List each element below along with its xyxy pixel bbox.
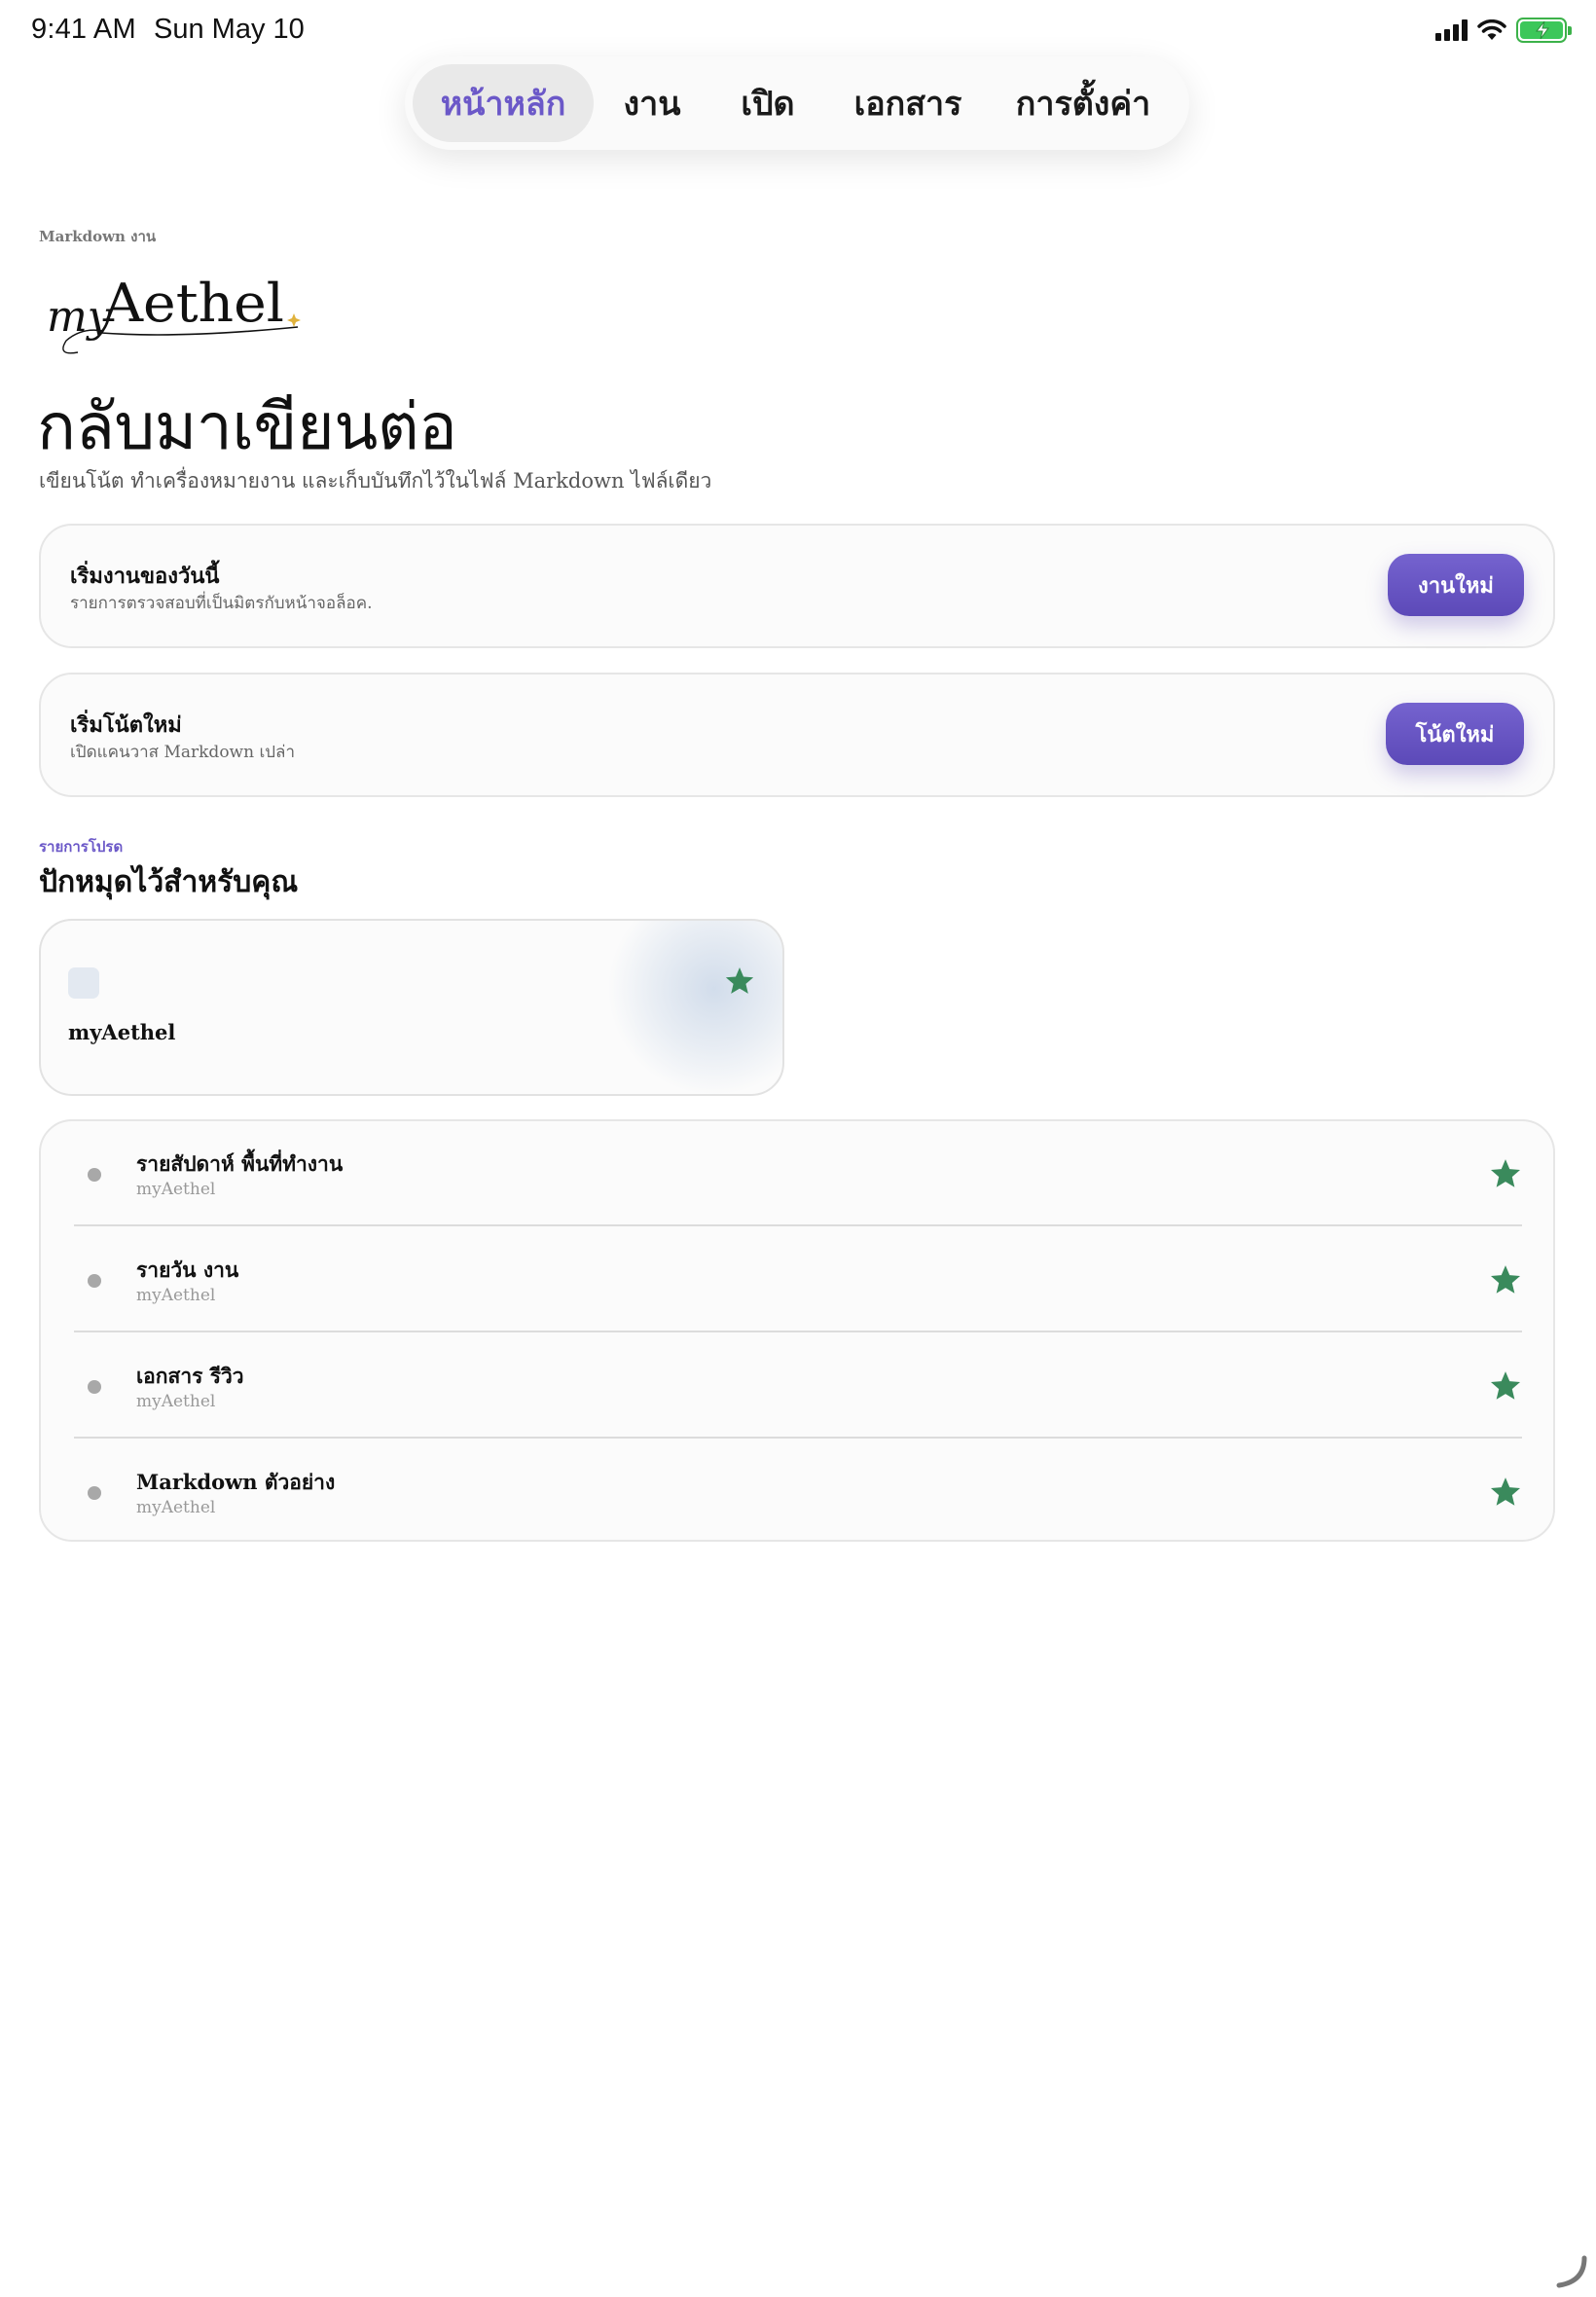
new-task-button[interactable]: งานใหม่ [1388,554,1524,616]
bullet-dot [88,1168,101,1182]
bullet-dot [88,1380,101,1394]
list-item-subtitle: myAethel [136,1498,216,1517]
star-icon[interactable] [724,966,755,997]
logo-text-aethel: Aethel [102,273,284,334]
header-eyebrow: Markdown งาน [39,228,157,245]
bullet-dot [88,1486,101,1500]
star-icon[interactable] [1489,1263,1522,1296]
page-subtitle: เขียนโน้ต ทำเครื่องหมายงาน และเก็บบันทึก… [39,469,712,492]
tab-tasks[interactable]: งาน [594,64,710,142]
list-item[interactable]: Markdown ตัวอย่าง myAethel [74,1441,1522,1548]
tab-open[interactable]: เปิด [710,64,825,142]
start-note-description: เปิดแคนวาส Markdown เปล่า [70,743,296,762]
star-icon[interactable] [1489,1476,1522,1509]
start-tasks-title: เริ่มงานของวันนี้ [70,564,220,589]
start-note-title: เริ่มโน้ตใหม่ [70,712,182,738]
row-divider [74,1224,1522,1226]
row-divider [74,1331,1522,1332]
favorites-eyebrow: รายการโปรด [39,838,124,856]
app-logo: my Aethel [47,273,301,354]
tab-documents[interactable]: เอกสาร [825,64,991,142]
list-item-title: เอกสาร รีวิว [136,1364,244,1388]
cellular-signal-icon [1435,19,1468,41]
bullet-dot [88,1274,101,1288]
battery-charging-icon [1516,18,1572,43]
status-time: 9:41 AM [31,14,136,45]
list-item[interactable]: รายวัน งาน myAethel [74,1229,1522,1335]
status-bar: 9:41 AM Sun May 10 [0,0,1596,60]
start-tasks-card: เริ่มงานของวันนี้ รายการตรวจสอบที่เป็นมิ… [39,524,1555,648]
favorites-list: รายสัปดาห์ พื้นที่ทำงาน myAethel รายวัน … [39,1119,1555,1542]
resize-handle-icon[interactable] [1553,2254,1588,2289]
list-item-subtitle: myAethel [136,1180,216,1199]
new-note-button[interactable]: โน้ตใหม่ [1386,703,1524,765]
pinned-document-card[interactable]: myAethel [39,919,784,1096]
tab-home[interactable]: หน้าหลัก [413,64,594,142]
list-item-title: รายสัปดาห์ พื้นที่ทำงาน [136,1151,344,1176]
status-date: Sun May 10 [154,14,305,45]
row-divider [74,1437,1522,1439]
pinned-document-name: myAethel [68,1020,176,1044]
tab-settings[interactable]: การตั้งค่า [991,64,1176,142]
list-item[interactable]: เอกสาร รีวิว myAethel [74,1335,1522,1441]
list-item-title: รายวัน งาน [136,1258,239,1282]
star-icon[interactable] [1489,1157,1522,1190]
list-item-title: Markdown ตัวอย่าง [136,1470,336,1494]
sparkle-icon [287,313,301,327]
list-item[interactable]: รายสัปดาห์ พื้นที่ทำงาน myAethel [74,1123,1522,1229]
top-nav: หน้าหลัก งาน เปิด เอกสาร การตั้งค่า [405,56,1189,150]
wifi-icon [1477,19,1506,40]
status-icons [1435,18,1572,43]
start-tasks-description: รายการตรวจสอบที่เป็นมิตรกับหน้าจอล็อค. [70,594,373,613]
page-title: กลับมาเขียนต่อ [37,389,457,464]
document-thumbnail-icon [68,967,99,999]
list-item-subtitle: myAethel [136,1286,216,1305]
start-note-card: เริ่มโน้ตใหม่ เปิดแคนวาส Markdown เปล่า … [39,673,1555,797]
list-item-subtitle: myAethel [136,1392,216,1411]
star-icon[interactable] [1489,1369,1522,1403]
favorites-title: ปักหมุดไว้สำหรับคุณ [39,865,299,899]
